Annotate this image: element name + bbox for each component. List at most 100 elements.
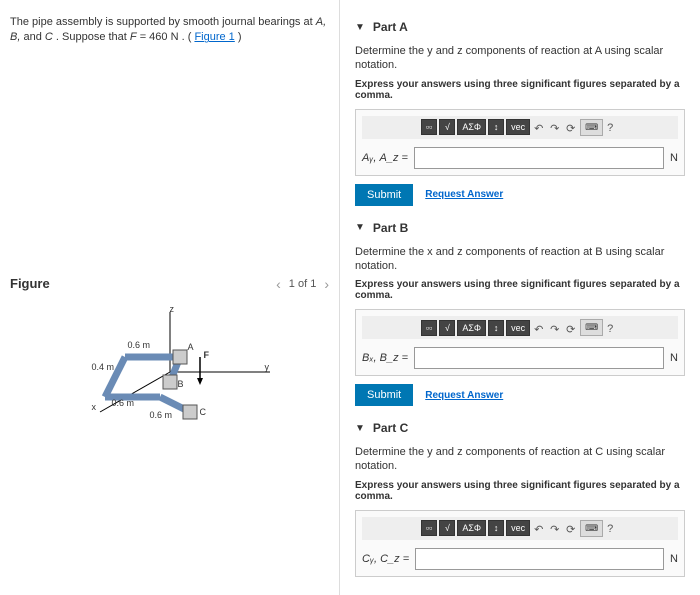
part-c-var-label: Cᵧ, C_z = <box>362 553 409 565</box>
problem-statement: The pipe assembly is supported by smooth… <box>10 15 329 46</box>
text: ) <box>238 31 242 43</box>
undo-icon[interactable]: ↶ <box>532 120 546 134</box>
part-b-instruction: Express your answers using three signifi… <box>355 279 685 301</box>
label-F: F <box>204 350 210 360</box>
part-b-header[interactable]: ▼ Part B <box>355 221 685 235</box>
part-a-header[interactable]: ▼ Part A <box>355 20 685 34</box>
figure-nav: ‹ 1 of 1 › <box>276 276 329 292</box>
text: The pipe assembly is supported by smooth… <box>10 16 316 28</box>
part-b-unit: N <box>670 352 678 364</box>
part-b-title: Part B <box>373 221 408 235</box>
undo-icon[interactable]: ↶ <box>532 521 546 535</box>
redo-icon[interactable]: ↷ <box>548 321 562 335</box>
right-panel: ▼ Part A Determine the y and z component… <box>340 0 700 595</box>
redo-icon[interactable]: ↷ <box>548 521 562 535</box>
text: and <box>23 31 44 43</box>
templates-icon[interactable]: ▫▫ <box>421 520 437 536</box>
part-b-submit-row: Submit Request Answer <box>355 384 685 406</box>
submit-button[interactable]: Submit <box>355 184 413 206</box>
part-a-input-row: Aᵧ, A_z = N <box>362 147 678 169</box>
help-icon[interactable]: ? <box>605 521 619 535</box>
vec-icon[interactable]: vec <box>506 320 530 336</box>
part-c-input-row: Cᵧ, C_z = N <box>362 548 678 570</box>
sqrt-icon[interactable]: √ <box>439 520 455 536</box>
dim-2: 0.4 m <box>92 362 115 372</box>
part-a-answer-box: ▫▫ √ ΑΣΦ ↕ vec ↶ ↷ ⟳ ⌨ ? Aᵧ, A_z = N <box>355 109 685 176</box>
point-c: C <box>45 31 53 43</box>
label-B: B <box>178 379 184 389</box>
part-c-body: Determine the y and z components of reac… <box>355 445 685 577</box>
part-c-unit: N <box>670 553 678 565</box>
force-var: F <box>130 31 137 43</box>
subsup-icon[interactable]: ↕ <box>488 119 504 135</box>
part-c-title: Part C <box>373 421 408 435</box>
templates-icon[interactable]: ▫▫ <box>421 119 437 135</box>
part-b-answer-box: ▫▫ √ ΑΣΦ ↕ vec ↶ ↷ ⟳ ⌨ ? Bₓ, B_z = N <box>355 309 685 376</box>
figure-image: z y x A B C F 0.6 m 0.4 m 0.6 m 0.6 m <box>70 302 270 422</box>
part-b-prompt: Determine the x and z components of reac… <box>355 245 685 274</box>
part-c-input[interactable] <box>415 548 664 570</box>
equation-toolbar: ▫▫ √ ΑΣΦ ↕ vec ↶ ↷ ⟳ ⌨ ? <box>362 316 678 339</box>
keyboard-icon[interactable]: ⌨ <box>580 520 603 537</box>
greek-icon[interactable]: ΑΣΦ <box>457 119 486 135</box>
reset-icon[interactable]: ⟳ <box>564 521 578 535</box>
part-b-input[interactable] <box>414 347 664 369</box>
reset-icon[interactable]: ⟳ <box>564 120 578 134</box>
text: . Suppose that <box>56 31 130 43</box>
caret-down-icon: ▼ <box>355 222 365 233</box>
part-a-input[interactable] <box>414 147 664 169</box>
axis-z-label: z <box>170 304 175 314</box>
greek-icon[interactable]: ΑΣΦ <box>457 520 486 536</box>
templates-icon[interactable]: ▫▫ <box>421 320 437 336</box>
part-a-body: Determine the y and z components of reac… <box>355 44 685 206</box>
part-c-instruction: Express your answers using three signifi… <box>355 480 685 502</box>
axis-y-label: y <box>265 362 270 372</box>
redo-icon[interactable]: ↷ <box>548 120 562 134</box>
figure-link[interactable]: Figure 1 <box>194 31 234 43</box>
part-a-prompt: Determine the y and z components of reac… <box>355 44 685 73</box>
request-answer-link[interactable]: Request Answer <box>425 189 503 200</box>
caret-down-icon: ▼ <box>355 22 365 33</box>
prev-icon[interactable]: ‹ <box>276 276 281 292</box>
figure-section: Figure ‹ 1 of 1 › <box>10 276 329 422</box>
part-a-unit: N <box>670 152 678 164</box>
caret-down-icon: ▼ <box>355 423 365 434</box>
part-a-var-label: Aᵧ, A_z = <box>362 152 408 164</box>
dim-3: 0.6 m <box>112 398 135 408</box>
part-a-title: Part A <box>373 20 408 34</box>
part-a-submit-row: Submit Request Answer <box>355 184 685 206</box>
undo-icon[interactable]: ↶ <box>532 321 546 335</box>
part-c-header[interactable]: ▼ Part C <box>355 421 685 435</box>
equation-toolbar: ▫▫ √ ΑΣΦ ↕ vec ↶ ↷ ⟳ ⌨ ? <box>362 116 678 139</box>
figure-count: 1 of 1 <box>289 278 317 290</box>
dim-4: 0.6 m <box>150 410 173 420</box>
request-answer-link[interactable]: Request Answer <box>425 390 503 401</box>
greek-icon[interactable]: ΑΣΦ <box>457 320 486 336</box>
axis-x-label: x <box>92 402 97 412</box>
vec-icon[interactable]: vec <box>506 119 530 135</box>
figure-header: Figure ‹ 1 of 1 › <box>10 276 329 292</box>
help-icon[interactable]: ? <box>605 120 619 134</box>
dim-1: 0.6 m <box>128 340 151 350</box>
part-b-input-row: Bₓ, B_z = N <box>362 347 678 369</box>
subsup-icon[interactable]: ↕ <box>488 520 504 536</box>
equation-toolbar: ▫▫ √ ΑΣΦ ↕ vec ↶ ↷ ⟳ ⌨ ? <box>362 517 678 540</box>
sqrt-icon[interactable]: √ <box>439 320 455 336</box>
part-c-answer-box: ▫▫ √ ΑΣΦ ↕ vec ↶ ↷ ⟳ ⌨ ? Cᵧ, C_z = N <box>355 510 685 577</box>
sqrt-icon[interactable]: √ <box>439 119 455 135</box>
part-b-var-label: Bₓ, B_z = <box>362 352 408 364</box>
reset-icon[interactable]: ⟳ <box>564 321 578 335</box>
vec-icon[interactable]: vec <box>506 520 530 536</box>
part-b-body: Determine the x and z components of reac… <box>355 245 685 407</box>
help-icon[interactable]: ? <box>605 321 619 335</box>
figure-title: Figure <box>10 276 50 291</box>
submit-button[interactable]: Submit <box>355 384 413 406</box>
left-panel: The pipe assembly is supported by smooth… <box>0 0 340 595</box>
label-A: A <box>188 342 194 352</box>
keyboard-icon[interactable]: ⌨ <box>580 119 603 136</box>
subsup-icon[interactable]: ↕ <box>488 320 504 336</box>
part-a-instruction: Express your answers using three signifi… <box>355 79 685 101</box>
keyboard-icon[interactable]: ⌨ <box>580 319 603 336</box>
next-icon[interactable]: › <box>324 276 329 292</box>
text: = 460 N . ( <box>140 31 192 43</box>
